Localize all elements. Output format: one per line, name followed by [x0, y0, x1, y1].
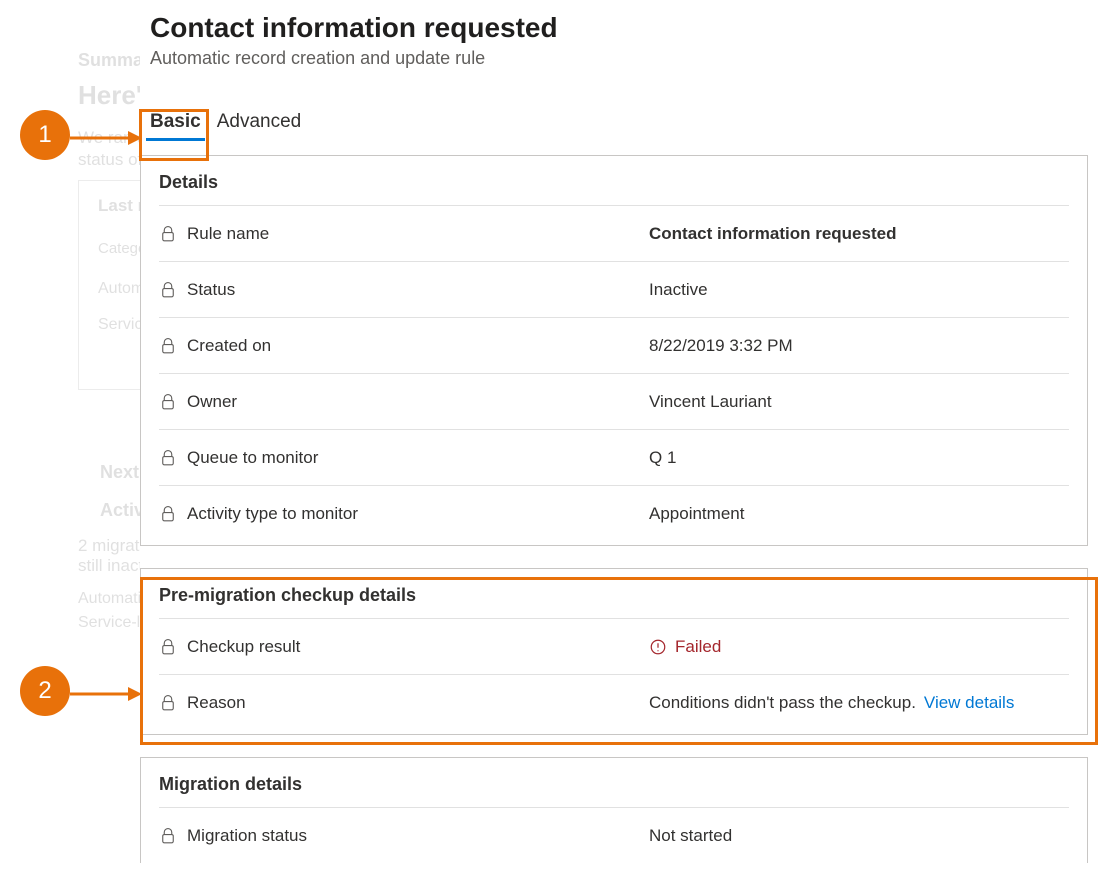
row-activity-type: Activity type to monitor Appointment: [159, 485, 1069, 541]
row-migration-status: Migration status Not started: [159, 807, 1069, 863]
queue-value: Q 1: [649, 448, 676, 468]
page-title: Contact information requested: [150, 12, 1098, 44]
tab-bar: Basic Advanced: [144, 107, 1098, 139]
migration-status-label: Migration status: [187, 826, 307, 846]
created-on-value: 8/22/2019 3:32 PM: [649, 336, 793, 356]
activity-type-label: Activity type to monitor: [187, 504, 358, 524]
lock-icon: [159, 281, 177, 299]
lock-icon: [159, 393, 177, 411]
migration-section: Migration details Migration status Not s…: [140, 757, 1088, 863]
tab-advanced[interactable]: Advanced: [211, 107, 308, 139]
row-rule-name: Rule name Contact information requested: [159, 205, 1069, 261]
details-title: Details: [159, 172, 1069, 193]
rule-name-label: Rule name: [187, 224, 269, 244]
annotation-circle-1: 1: [20, 110, 70, 160]
queue-label: Queue to monitor: [187, 448, 318, 468]
lock-icon: [159, 225, 177, 243]
annotation-circle-2: 2: [20, 666, 70, 716]
migration-status-value: Not started: [649, 826, 732, 846]
owner-label: Owner: [187, 392, 237, 412]
annotation-arrow-2: [70, 684, 142, 704]
annotation-arrow-1: [70, 128, 142, 148]
migration-title: Migration details: [159, 774, 1069, 795]
owner-value: Vincent Lauriant: [649, 392, 772, 412]
annotation-box-1: [139, 109, 209, 161]
lock-icon: [159, 337, 177, 355]
rule-name-value: Contact information requested: [649, 224, 896, 244]
record-detail-panel: Contact information requested Automatic …: [140, 12, 1098, 882]
annotation-box-2: [140, 577, 1098, 745]
page-subtitle: Automatic record creation and update rul…: [150, 48, 1098, 69]
row-owner: Owner Vincent Lauriant: [159, 373, 1069, 429]
lock-icon: [159, 827, 177, 845]
created-on-label: Created on: [187, 336, 271, 356]
row-queue: Queue to monitor Q 1: [159, 429, 1069, 485]
status-value: Inactive: [649, 280, 708, 300]
details-section: Details Rule name Contact information re…: [140, 155, 1088, 546]
row-created-on: Created on 8/22/2019 3:32 PM: [159, 317, 1069, 373]
activity-type-value: Appointment: [649, 504, 744, 524]
lock-icon: [159, 449, 177, 467]
status-label: Status: [187, 280, 235, 300]
row-status: Status Inactive: [159, 261, 1069, 317]
lock-icon: [159, 505, 177, 523]
